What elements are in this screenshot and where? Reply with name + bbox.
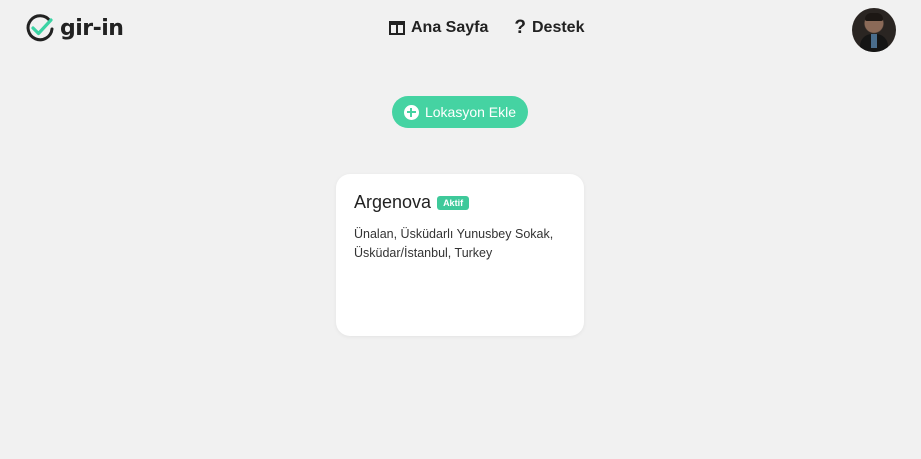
location-address: Ünalan, Üsküdarlı Yunusbey Sokak, Üsküda…	[354, 225, 566, 263]
check-circle-icon	[26, 14, 54, 42]
add-location-button[interactable]: Lokasyon Ekle	[392, 96, 528, 128]
location-card[interactable]: Argenova Aktif Ünalan, Üsküdarlı Yunusbe…	[336, 174, 584, 336]
question-icon: ?	[514, 17, 526, 38]
nav-support[interactable]: ? Destek	[514, 18, 584, 37]
location-name: Argenova	[354, 192, 432, 212]
main-nav: Ana Sayfa ? Destek	[389, 18, 584, 37]
nav-home[interactable]: Ana Sayfa	[389, 19, 488, 37]
brand-logo[interactable]: gir-in	[24, 12, 124, 44]
status-badge: Aktif	[437, 195, 470, 210]
address-line-1: Ünalan, Üsküdarlı Yunusbey Sokak,	[354, 227, 554, 241]
address-line-2: Üsküdar/İstanbul, Turkey	[354, 246, 493, 260]
columns-icon	[389, 20, 405, 35]
nav-home-label: Ana Sayfa	[411, 18, 489, 36]
logo-text: gir-in	[60, 15, 124, 41]
plus-circle-icon	[403, 104, 419, 120]
user-avatar[interactable]	[852, 8, 896, 52]
nav-support-label: Destek	[531, 18, 585, 36]
add-location-label: Lokasyon Ekle	[424, 104, 517, 120]
